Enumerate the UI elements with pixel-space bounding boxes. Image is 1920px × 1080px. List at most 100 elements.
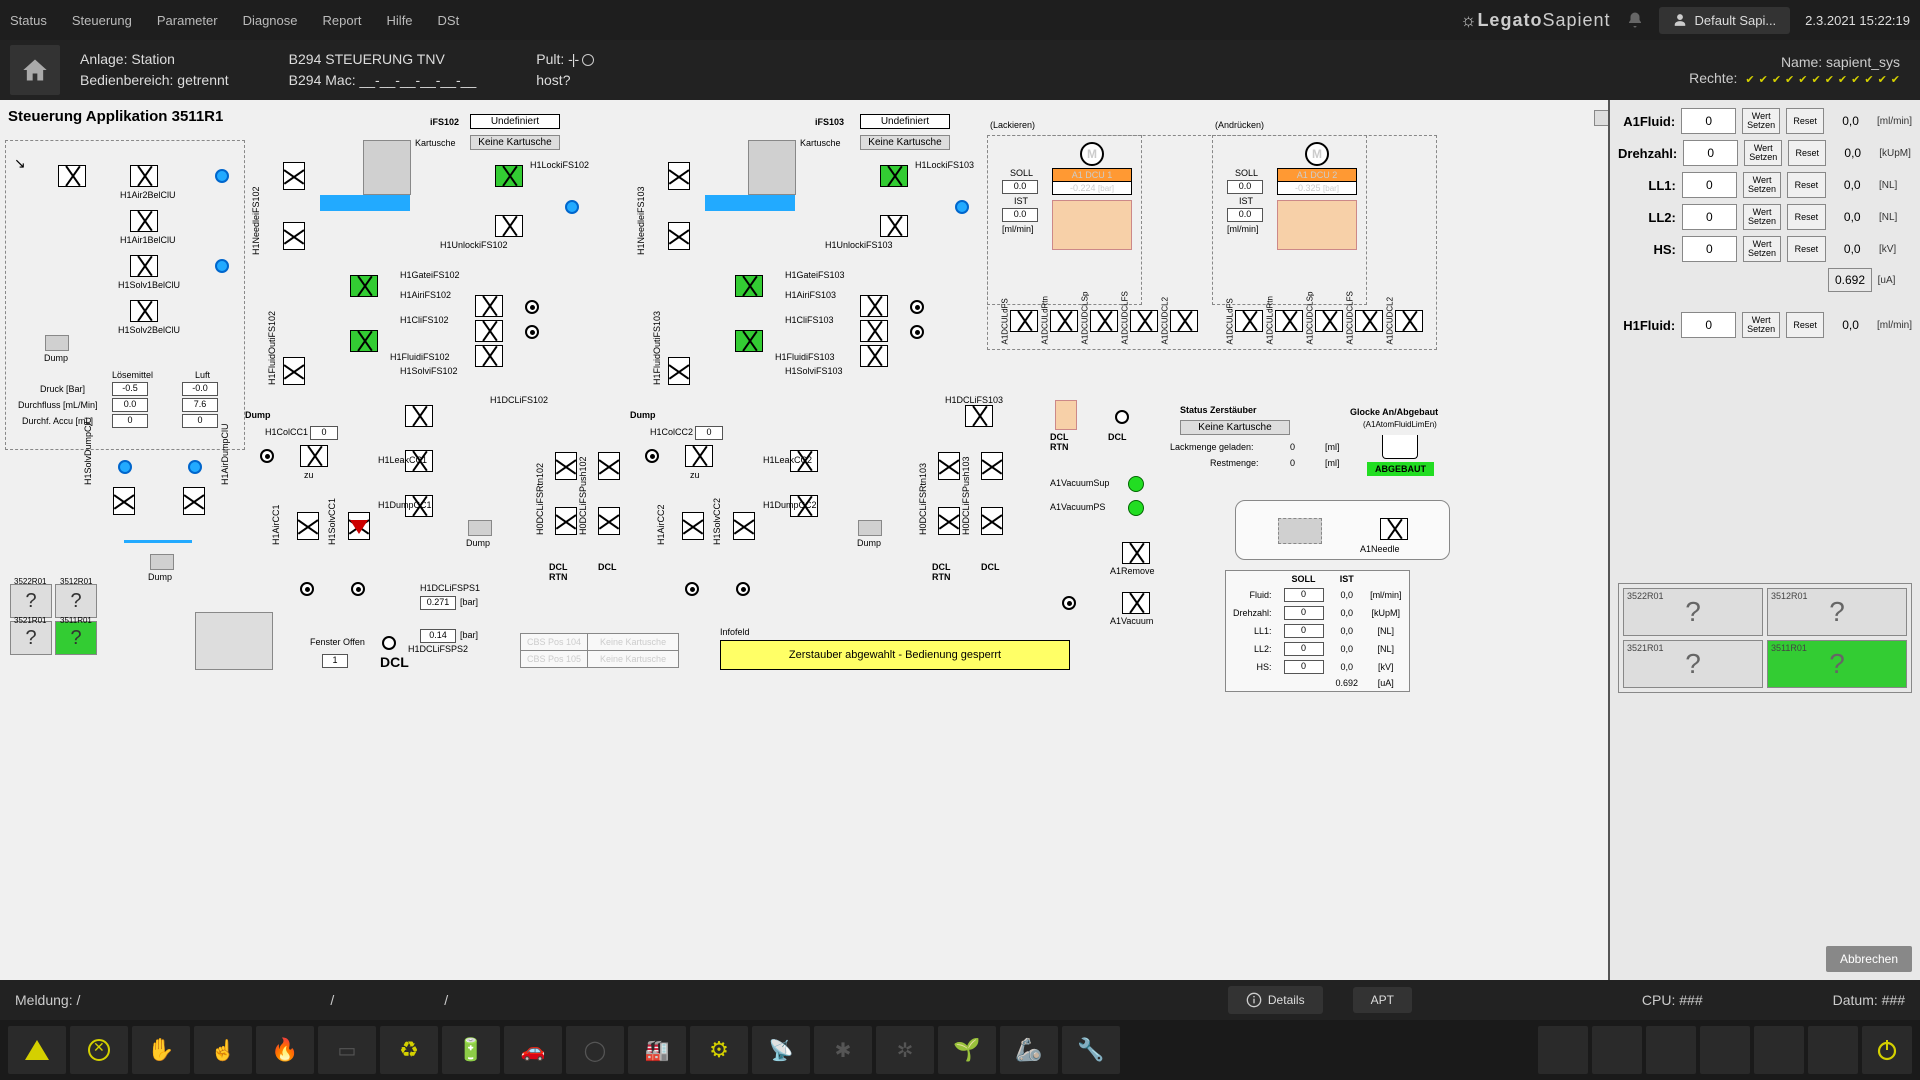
- valve-h1airdump[interactable]: [183, 487, 205, 515]
- menu-parameter[interactable]: Parameter: [157, 13, 218, 28]
- valve-h1gatefs102[interactable]: [350, 275, 378, 297]
- ll2-set-button[interactable]: Wert Setzen: [1743, 204, 1781, 230]
- valve-h1unlockfs103[interactable]: [880, 215, 908, 237]
- menu-status[interactable]: Status: [10, 13, 47, 28]
- a1fluid-set-button[interactable]: Wert Setzen: [1742, 108, 1780, 134]
- hs-input[interactable]: [1682, 236, 1737, 262]
- wrench-button[interactable]: 🔧: [1062, 1026, 1120, 1074]
- valve-h1unlockfs102[interactable]: [495, 215, 523, 237]
- car-button[interactable]: 🚗: [504, 1026, 562, 1074]
- valve-a1needle[interactable]: [1380, 518, 1408, 540]
- valve-a1remove[interactable]: [1122, 542, 1150, 564]
- hand-button[interactable]: ✋: [132, 1026, 190, 1074]
- a1fluid-reset-button[interactable]: Reset: [1786, 108, 1824, 134]
- minimize-button[interactable]: [1594, 110, 1610, 126]
- ll2-input[interactable]: [1682, 204, 1737, 230]
- valve-h1fluidfs103[interactable]: [735, 330, 763, 352]
- hs-set-button[interactable]: Wert Setzen: [1743, 236, 1781, 262]
- power-button[interactable]: [1862, 1026, 1912, 1074]
- valve-a1dcudclfs-1[interactable]: [1130, 310, 1158, 332]
- cancel-button[interactable]: Abbrechen: [1826, 946, 1912, 972]
- camera-button[interactable]: ▭: [318, 1026, 376, 1074]
- robot-3511-btn[interactable]: ?: [55, 621, 97, 655]
- menu-steuerung[interactable]: Steuerung: [72, 13, 132, 28]
- valve-h1clfs102[interactable]: [475, 320, 503, 342]
- valve-h0dclfsrtn102-b[interactable]: [555, 507, 577, 535]
- station-3521r01[interactable]: 3521R01?: [1623, 640, 1763, 688]
- cancel-circle-button[interactable]: [70, 1026, 128, 1074]
- blank-slot-1[interactable]: [1538, 1026, 1588, 1074]
- valve-a1dcudclsp-2[interactable]: [1315, 310, 1343, 332]
- warning-button[interactable]: [8, 1026, 66, 1074]
- notifications-icon[interactable]: [1626, 11, 1644, 29]
- station-3522r01[interactable]: 3522R01?: [1623, 588, 1763, 636]
- valve-h1solv1bel[interactable]: [130, 255, 158, 277]
- menu-dst[interactable]: DSt: [438, 13, 460, 28]
- valve-h1fluidout102[interactable]: [283, 357, 305, 385]
- pointer-button[interactable]: ☝: [194, 1026, 252, 1074]
- battery-button[interactable]: 🔋: [442, 1026, 500, 1074]
- valve-h1clfs103[interactable]: [860, 320, 888, 342]
- valve-a1dculdrtn-1[interactable]: [1050, 310, 1078, 332]
- valve-h1solvdump[interactable]: [113, 487, 135, 515]
- valve-h1solvcc2[interactable]: [733, 512, 755, 540]
- valve-h0dclfspush103-a[interactable]: [981, 452, 1003, 480]
- valve-fs103-mid[interactable]: [668, 222, 690, 250]
- valve-h1dclfs103[interactable]: [965, 405, 993, 427]
- robot-3522-btn[interactable]: ?: [10, 584, 52, 618]
- hs-reset-button[interactable]: Reset: [1787, 236, 1825, 262]
- valve-h1solvfs103[interactable]: [860, 345, 888, 367]
- apt-button[interactable]: APT: [1353, 987, 1412, 1013]
- home-button[interactable]: [10, 45, 60, 95]
- valve-h1lockfs102[interactable]: [495, 165, 523, 187]
- valve-a1dcudcl2-2[interactable]: [1395, 310, 1423, 332]
- gauge-button[interactable]: ◯: [566, 1026, 624, 1074]
- robot-3521-btn[interactable]: ?: [10, 621, 52, 655]
- valve-h1colcc2[interactable]: [685, 445, 713, 467]
- valve-h0dclfspush102-a[interactable]: [598, 452, 620, 480]
- valve-a1dculdfs-1[interactable]: [1010, 310, 1038, 332]
- antenna-button[interactable]: 📡: [752, 1026, 810, 1074]
- fire-button[interactable]: 🔥: [256, 1026, 314, 1074]
- fan-out-button[interactable]: ✱: [814, 1026, 872, 1074]
- valve-h1needfs103[interactable]: [668, 162, 690, 190]
- ll2-reset-button[interactable]: Reset: [1787, 204, 1825, 230]
- valve-a1dcudclsp-1[interactable]: [1090, 310, 1118, 332]
- drehzahl-reset-button[interactable]: Reset: [1788, 140, 1826, 166]
- valve-h0dclfspush103-b[interactable]: [981, 507, 1003, 535]
- valve-h1airfs102[interactable]: [475, 295, 503, 317]
- valve-h1air2bel[interactable]: [130, 165, 158, 187]
- blank-slot-3[interactable]: [1646, 1026, 1696, 1074]
- valve-h0dclfsrtn103-b[interactable]: [938, 507, 960, 535]
- drehzahl-set-button[interactable]: Wert Setzen: [1744, 140, 1782, 166]
- robot-arm-button[interactable]: 🦾: [1000, 1026, 1058, 1074]
- station-3511r01[interactable]: 3511R01?: [1767, 640, 1907, 688]
- factory-button[interactable]: 🏭: [628, 1026, 686, 1074]
- valve-h0dclfspush102-b[interactable]: [598, 507, 620, 535]
- blank-slot-2[interactable]: [1592, 1026, 1642, 1074]
- h1fluid-set-button[interactable]: Wert Setzen: [1742, 312, 1780, 338]
- dcu1-panel[interactable]: A1 DCU 1 -0.224 [bar]: [1052, 168, 1132, 195]
- valve-h0dclfsrtn103-a[interactable]: [938, 452, 960, 480]
- valve-h1solvfs102[interactable]: [475, 345, 503, 367]
- blank-slot-6[interactable]: [1808, 1026, 1858, 1074]
- equipment-pictogram[interactable]: [195, 612, 273, 670]
- valve-fs102-mid[interactable]: [283, 222, 305, 250]
- valve-h1dclfs102[interactable]: [405, 405, 433, 427]
- valve-h1needfs102[interactable]: [283, 162, 305, 190]
- a1fluid-input[interactable]: [1681, 108, 1736, 134]
- valve-h1aircc1[interactable]: [297, 512, 319, 540]
- drehzahl-input[interactable]: [1683, 140, 1738, 166]
- h1fluid-input[interactable]: [1681, 312, 1736, 338]
- valve-a1dculdrtn-2[interactable]: [1275, 310, 1303, 332]
- blank-slot-5[interactable]: [1754, 1026, 1804, 1074]
- valve-a1dculdfs-2[interactable]: [1235, 310, 1263, 332]
- robot-3512-btn[interactable]: ?: [55, 584, 97, 618]
- ll1-input[interactable]: [1682, 172, 1737, 198]
- recycle-button[interactable]: ♻: [380, 1026, 438, 1074]
- h1fluid-reset-button[interactable]: Reset: [1786, 312, 1824, 338]
- valve-h1fluidout103[interactable]: [668, 357, 690, 385]
- gears-button[interactable]: ⚙: [690, 1026, 748, 1074]
- valve-a1vacuum[interactable]: [1122, 592, 1150, 614]
- blank-slot-4[interactable]: [1700, 1026, 1750, 1074]
